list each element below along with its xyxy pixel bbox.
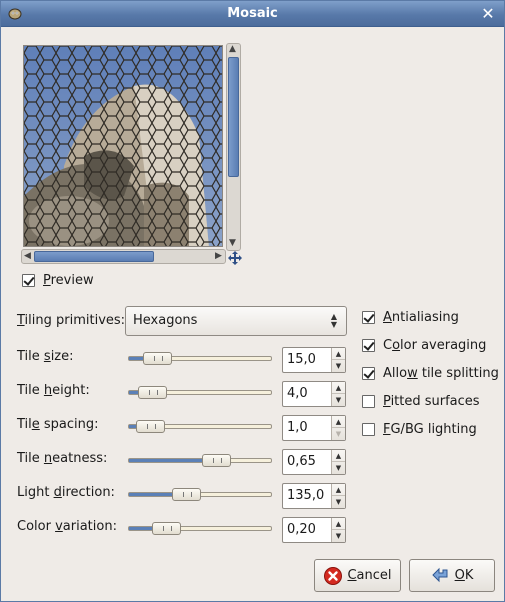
slider-handle[interactable] <box>152 522 181 535</box>
ok-button[interactable]: OK <box>409 559 495 592</box>
option-check[interactable] <box>362 310 375 324</box>
tiling-primitives-label: Tiling primitives: <box>17 313 126 328</box>
param-spinbutton[interactable]: 1,0 ▲ ▼ <box>282 415 346 441</box>
spin-value[interactable]: 135,0 <box>287 488 324 503</box>
slider-handle[interactable] <box>143 352 172 365</box>
spin-down-icon[interactable]: ▼ <box>332 360 345 372</box>
param-label: Color variation: <box>17 519 117 534</box>
option-check[interactable] <box>362 338 375 352</box>
mosaic-dialog: Mosaic ✕ ▲ ▼ ◀ ▶ Preview Tiling primitiv… <box>0 0 505 602</box>
title-bar[interactable]: Mosaic ✕ <box>1 1 504 27</box>
option-checkbox[interactable]: Color averaging <box>362 336 486 354</box>
option-label: Pitted surfaces <box>383 393 480 409</box>
option-check[interactable] <box>362 394 375 408</box>
spin-value[interactable]: 4,0 <box>287 386 308 401</box>
param-slider[interactable] <box>128 454 272 467</box>
preview-check[interactable] <box>22 273 35 287</box>
spin-up-icon[interactable]: ▲ <box>332 382 345 394</box>
option-label: Allow tile splitting <box>383 365 499 381</box>
option-check[interactable] <box>362 422 375 436</box>
spin-buttons: ▲ ▼ <box>331 484 345 508</box>
spin-down-icon[interactable]: ▼ <box>332 428 345 440</box>
spin-down-icon[interactable]: ▼ <box>332 496 345 508</box>
spin-up-icon[interactable]: ▲ <box>332 416 345 428</box>
option-checkbox[interactable]: FG/BG lighting <box>362 420 477 438</box>
param-slider[interactable] <box>128 386 272 399</box>
tiling-primitives-combo[interactable]: Hexagons ▲ ▼ <box>125 306 347 336</box>
close-icon[interactable]: ✕ <box>480 6 496 22</box>
spin-buttons: ▲ ▼ <box>331 518 345 542</box>
window-title: Mosaic <box>227 6 278 21</box>
spin-value[interactable]: 1,0 <box>287 420 308 435</box>
cancel-button[interactable]: Cancel <box>314 559 401 592</box>
slider-handle[interactable] <box>172 488 201 501</box>
option-label: Antialiasing <box>383 309 459 325</box>
preview-image[interactable] <box>23 45 223 247</box>
ok-label: OK <box>454 568 474 583</box>
spin-value[interactable]: 0,20 <box>287 522 316 537</box>
ok-arrow-icon <box>431 567 448 582</box>
option-check[interactable] <box>362 366 375 380</box>
option-checkbox[interactable]: Antialiasing <box>362 308 459 326</box>
param-slider[interactable] <box>128 420 272 433</box>
cancel-icon <box>324 566 343 585</box>
preview-area: ▲ ▼ ◀ ▶ <box>21 43 244 265</box>
spin-up-icon[interactable]: ▲ <box>332 518 345 530</box>
param-spinbutton[interactable]: 0,65 ▲ ▼ <box>282 449 346 475</box>
param-label: Light direction: <box>17 485 115 500</box>
param-slider[interactable] <box>128 522 272 535</box>
spin-buttons: ▲ ▼ <box>331 382 345 406</box>
spin-down-icon[interactable]: ▼ <box>332 394 345 406</box>
scroll-up-icon[interactable]: ▲ <box>229 45 236 54</box>
navigate-icon[interactable] <box>227 250 243 266</box>
spin-buttons: ▲ ▼ <box>331 450 345 474</box>
preview-checkbox[interactable]: Preview <box>22 271 94 289</box>
vertical-scroll-thumb[interactable] <box>228 57 239 177</box>
option-label: Color averaging <box>383 337 487 353</box>
spin-down-icon[interactable]: ▼ <box>332 530 345 542</box>
param-label: Tile spacing: <box>17 417 99 432</box>
scroll-right-icon[interactable]: ▶ <box>215 252 222 261</box>
option-checkbox[interactable]: Pitted surfaces <box>362 392 480 410</box>
param-label: Tile size: <box>17 349 74 364</box>
param-slider[interactable] <box>128 488 272 501</box>
scroll-left-icon[interactable]: ◀ <box>24 252 31 261</box>
combo-arrows-icon: ▲ ▼ <box>330 312 338 329</box>
param-spinbutton[interactable]: 0,20 ▲ ▼ <box>282 517 346 543</box>
spin-down-icon[interactable]: ▼ <box>332 462 345 474</box>
spin-buttons: ▲ ▼ <box>331 348 345 372</box>
preview-horizontal-scrollbar[interactable]: ◀ ▶ <box>21 249 226 264</box>
param-spinbutton[interactable]: 135,0 ▲ ▼ <box>282 483 346 509</box>
param-spinbutton[interactable]: 15,0 ▲ ▼ <box>282 347 346 373</box>
spin-value[interactable]: 0,65 <box>287 454 316 469</box>
spin-up-icon[interactable]: ▲ <box>332 348 345 360</box>
slider-handle[interactable] <box>138 386 167 399</box>
slider-handle[interactable] <box>202 454 231 467</box>
scroll-down-icon[interactable]: ▼ <box>229 239 236 248</box>
slider-handle[interactable] <box>136 420 165 433</box>
spin-value[interactable]: 15,0 <box>287 352 316 367</box>
param-label: Tile neatness: <box>17 451 108 466</box>
spin-buttons: ▲ ▼ <box>331 416 345 440</box>
param-slider[interactable] <box>128 352 272 365</box>
slider-fill <box>129 493 176 496</box>
tiling-primitives-value: Hexagons <box>133 313 198 328</box>
horizontal-scroll-thumb[interactable] <box>34 251 154 262</box>
preview-label: Preview <box>43 272 94 288</box>
param-spinbutton[interactable]: 4,0 ▲ ▼ <box>282 381 346 407</box>
spin-up-icon[interactable]: ▲ <box>332 484 345 496</box>
spin-up-icon[interactable]: ▲ <box>332 450 345 462</box>
slider-fill <box>129 459 206 462</box>
option-checkbox[interactable]: Allow tile splitting <box>362 364 499 382</box>
preview-vertical-scrollbar[interactable]: ▲ ▼ <box>226 43 241 251</box>
option-label: FG/BG lighting <box>383 421 477 437</box>
param-label: Tile height: <box>17 383 90 398</box>
cancel-label: Cancel <box>347 568 392 583</box>
